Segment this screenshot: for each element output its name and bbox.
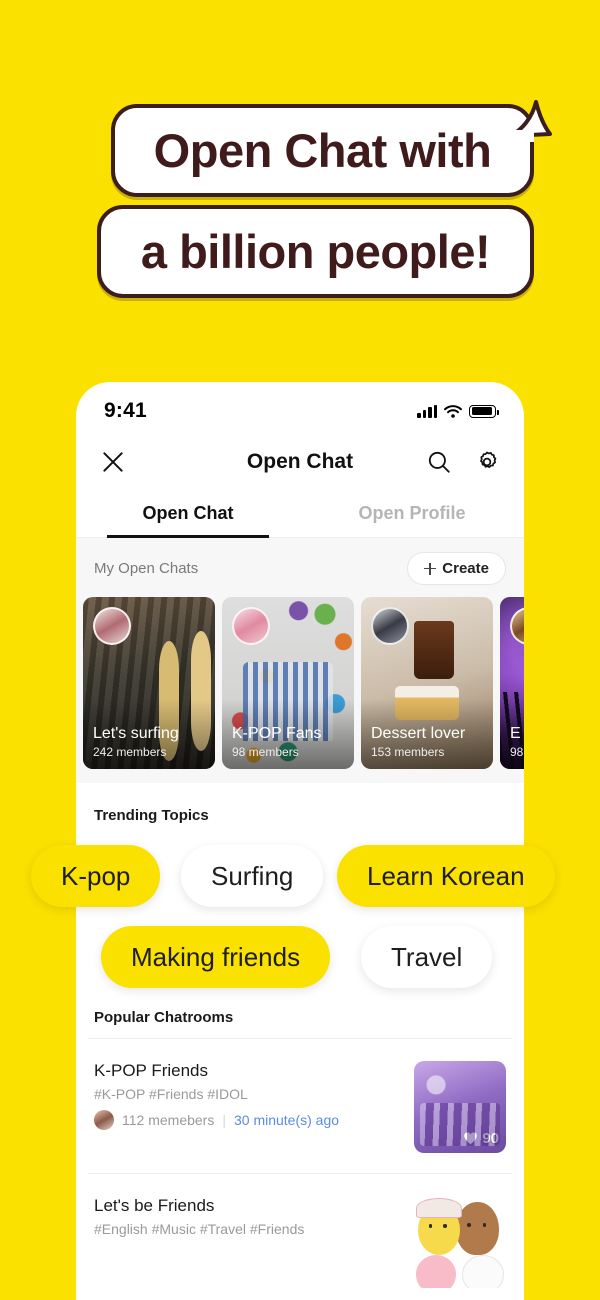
- avatar: [93, 607, 131, 645]
- card-members: 98: [510, 745, 524, 759]
- headline-bubble-1: Open Chat with: [111, 100, 552, 197]
- chatroom-info: Let's be Friends #English #Music #Travel…: [94, 1196, 402, 1245]
- chatroom-title: K-POP Friends: [94, 1061, 209, 1080]
- open-chat-card[interactable]: K-POP Fans 98 members: [222, 597, 354, 769]
- status-time: 9:41: [104, 399, 147, 422]
- character-ryan-icon: [456, 1201, 499, 1255]
- chip-surfing[interactable]: Surfing: [181, 845, 324, 907]
- gear-icon[interactable]: [474, 449, 500, 475]
- headline-bubble-2: a billion people!: [97, 205, 534, 298]
- chip-making-friends[interactable]: Making friends: [101, 926, 331, 988]
- card-members: 153 members: [371, 745, 445, 759]
- chip-label: Travel: [391, 941, 463, 972]
- header-actions: [426, 449, 500, 475]
- chip-travel[interactable]: Travel: [361, 926, 493, 988]
- my-open-chats-label: My Open Chats: [94, 560, 199, 577]
- search-icon[interactable]: [426, 449, 452, 475]
- chatroom-list-item[interactable]: Let's be Friends #English #Music #Travel…: [76, 1174, 524, 1300]
- card-members: 98 members: [232, 745, 299, 759]
- signal-icon: [417, 404, 437, 418]
- card-members: 242 members: [93, 745, 167, 759]
- avatar: [371, 607, 409, 645]
- chatroom-list-item[interactable]: K-POP Friends #K-POP #Friends #IDOL 112 …: [76, 1039, 524, 1173]
- card-title: Let's surfing: [93, 724, 179, 742]
- chip-label: Learn Korean: [367, 860, 525, 891]
- chip-k-pop[interactable]: K-pop: [31, 845, 161, 907]
- my-open-chats-rail[interactable]: Let's surfing 242 members K-POP Fans 98 …: [76, 597, 524, 783]
- create-button[interactable]: Create: [407, 552, 506, 585]
- my-open-chats-header: My Open Chats Create: [76, 552, 524, 597]
- close-icon[interactable]: [100, 449, 126, 475]
- chatroom-info: K-POP Friends #K-POP #Friends #IDOL 112 …: [94, 1061, 402, 1130]
- trending-chips: K-pop Surfing Learn Korean Making friend…: [0, 845, 600, 1010]
- tab-bar: Open Chat Open Profile: [76, 490, 524, 538]
- chip-label: Making friends: [131, 941, 301, 972]
- trending-topics-label: Trending Topics: [94, 807, 209, 824]
- meta-separator: |: [222, 1112, 226, 1128]
- card-text: Let's surfing 242 members: [93, 724, 209, 759]
- open-chat-card[interactable]: Dessert lover 153 members: [361, 597, 493, 769]
- open-chat-card[interactable]: E 98: [500, 597, 524, 769]
- wifi-icon: [444, 404, 462, 418]
- avatar: [94, 1110, 114, 1130]
- headline-line-1: Open Chat with: [153, 124, 492, 177]
- chatroom-tags: #K-POP #Friends #IDOL: [94, 1086, 248, 1102]
- like-count: 90: [482, 1130, 499, 1147]
- status-icons: [417, 404, 499, 418]
- tab-open-profile-label: Open Profile: [358, 503, 466, 523]
- heart-icon: [464, 1132, 478, 1145]
- tab-open-chat-label: Open Chat: [142, 503, 234, 523]
- character-con-icon: [461, 1254, 505, 1288]
- chatroom-members: 112 memebers: [122, 1112, 215, 1128]
- card-text: E 98: [510, 724, 524, 759]
- my-open-chats-section: My Open Chats Create Let's surfing 242 m…: [76, 538, 524, 783]
- chip-label: Surfing: [211, 860, 294, 891]
- like-badge: 90: [463, 1130, 499, 1147]
- chip-label: K-pop: [61, 860, 131, 891]
- create-button-label: Create: [442, 560, 489, 577]
- chatroom-meta: 112 memebers | 30 minute(s) ago: [94, 1110, 402, 1130]
- speech-bubble-tail-icon: [506, 100, 552, 142]
- card-title: Dessert lover: [371, 724, 466, 742]
- card-text: K-POP Fans 98 members: [232, 724, 348, 759]
- card-title: K-POP Fans: [232, 724, 322, 742]
- headline-line-2: a billion people!: [140, 225, 491, 278]
- tab-open-chat[interactable]: Open Chat: [76, 490, 300, 538]
- plus-icon: [424, 562, 437, 575]
- battery-icon: [469, 404, 499, 418]
- open-chat-card[interactable]: Let's surfing 242 members: [83, 597, 215, 769]
- status-bar: 9:41: [76, 382, 524, 434]
- character-apeach-icon: [415, 1254, 457, 1288]
- card-text: Dessert lover 153 members: [371, 724, 487, 759]
- hero-headline: Open Chat with a billion people!: [0, 0, 600, 370]
- chatroom-thumbnail: [414, 1196, 506, 1288]
- popular-chatrooms-label: Popular Chatrooms: [94, 1009, 234, 1026]
- phone-mockup: 9:41 Open Chat Open Chat Open Profile My…: [76, 382, 524, 1300]
- chatroom-tags: #English #Music #Travel #Friends: [94, 1221, 305, 1237]
- bunny-hat-icon: [415, 1197, 462, 1219]
- card-title: E: [510, 724, 521, 742]
- chip-learn-korean[interactable]: Learn Korean: [337, 845, 555, 907]
- chatroom-timestamp: 30 minute(s) ago: [233, 1112, 340, 1128]
- avatar: [232, 607, 270, 645]
- tab-open-profile[interactable]: Open Profile: [300, 490, 524, 537]
- chatroom-thumbnail: 90: [414, 1061, 506, 1153]
- app-header: Open Chat: [76, 434, 524, 490]
- chatroom-title: Let's be Friends: [94, 1196, 215, 1215]
